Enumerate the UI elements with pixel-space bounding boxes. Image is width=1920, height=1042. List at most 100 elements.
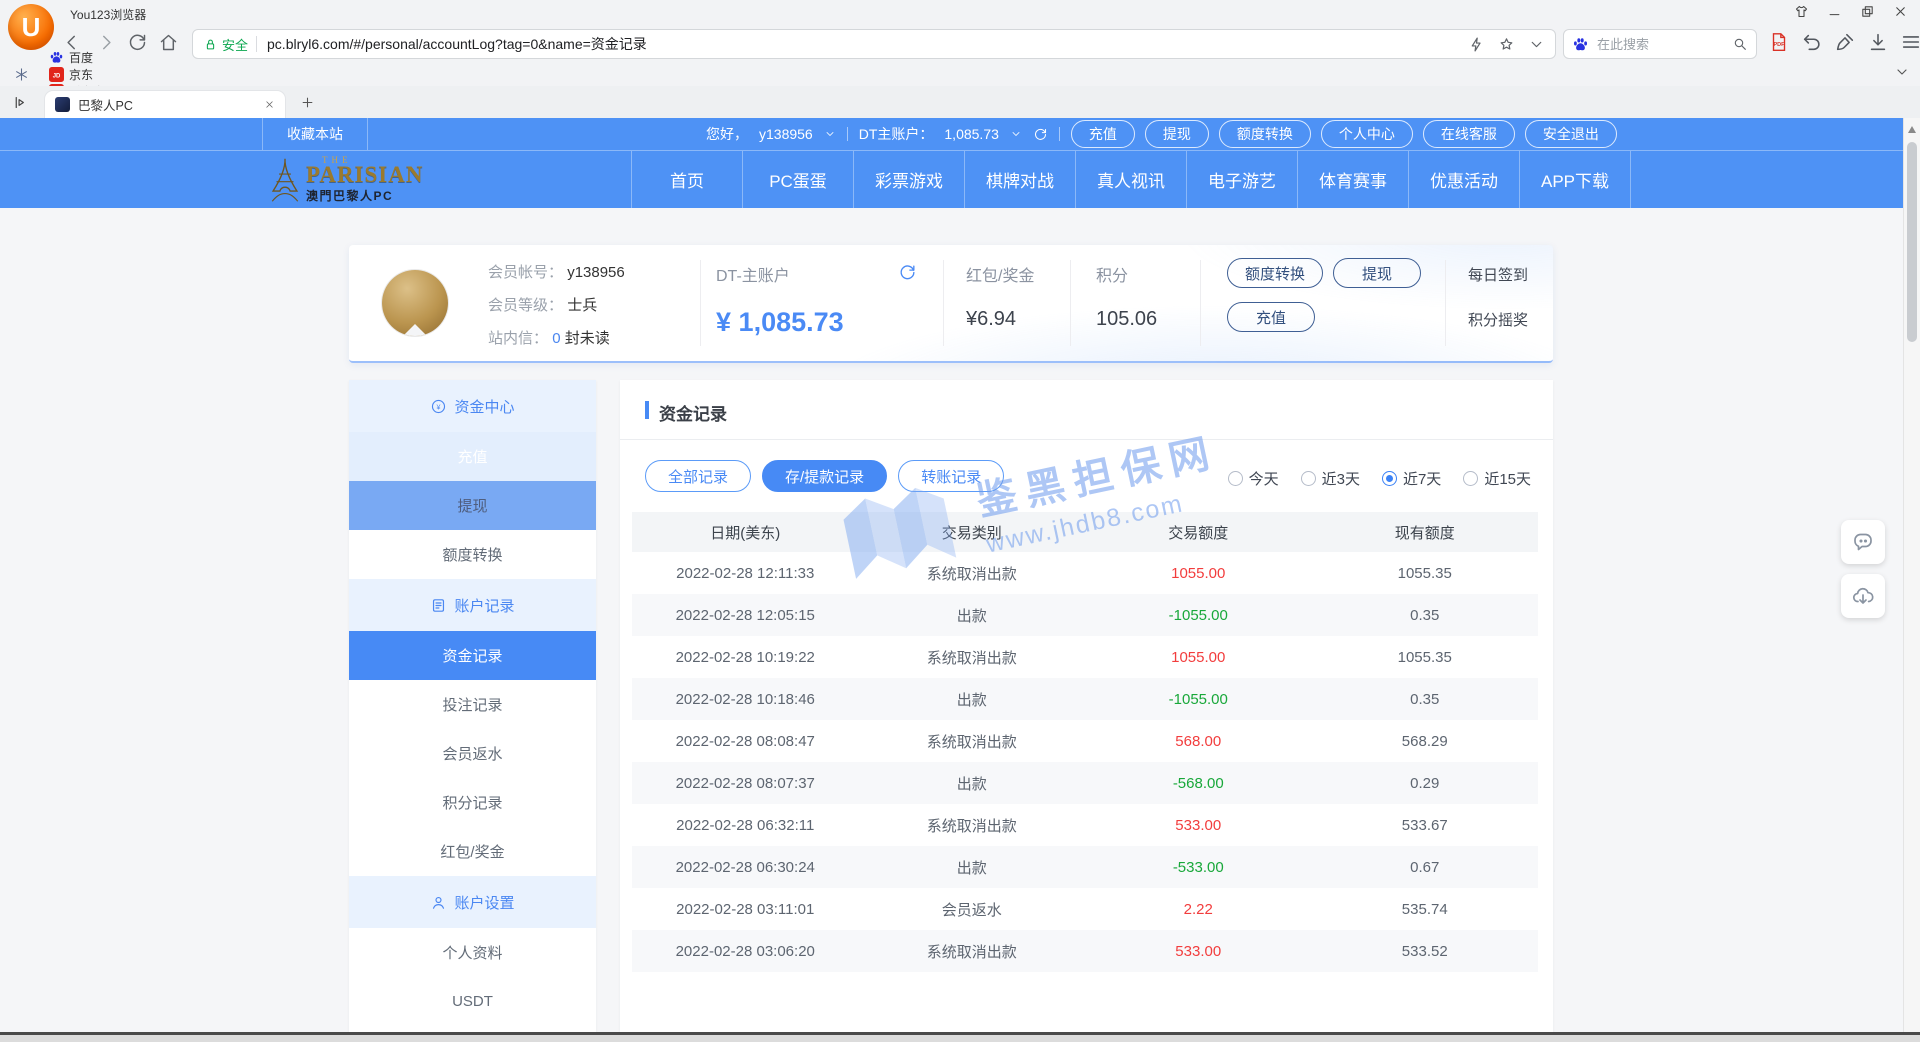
sidebar-item[interactable]: 账户设置 [349,876,596,928]
column-header: 交易额度 [1085,522,1312,543]
close-window-button[interactable] [1893,4,1908,19]
daily-checkin-link[interactable]: 每日签到 [1468,264,1528,285]
topbar-button[interactable]: 充值 [1071,120,1135,148]
reload-button[interactable] [127,32,148,53]
nav-item[interactable]: 电子游艺 [1186,151,1297,208]
date-filter-option[interactable]: 近15天 [1463,468,1531,489]
divider [847,127,848,141]
cell-date: 2022-02-28 06:32:11 [632,817,859,834]
float-button[interactable] [1841,520,1885,564]
radio-button[interactable] [1301,471,1316,486]
record-type-tab[interactable]: 存/提款记录 [762,460,887,492]
transfer-button[interactable]: 额度转换 [1227,258,1323,288]
nav-item[interactable]: 真人视讯 [1075,151,1186,208]
restore-tab-icon[interactable] [1801,31,1823,53]
downloads-icon[interactable] [1867,31,1889,53]
tab-close-icon[interactable] [264,99,275,110]
sidebar-item[interactable]: ¥ 资金中心 [349,380,596,432]
topbar-button[interactable]: 提现 [1145,120,1209,148]
column-header: 日期(美东) [632,522,859,543]
nav-item[interactable]: 优惠活动 [1408,151,1519,208]
cell-amount: -1055.00 [1085,607,1312,624]
date-filter-option[interactable]: 今天 [1228,468,1279,489]
search-icon[interactable] [1732,36,1748,52]
screen: U You123浏览器 安全 pc.blryl6.com/#/personal/… [0,0,1920,1042]
record-type-tab[interactable]: 转账记录 [898,460,1004,492]
sidebar-item[interactable]: 额度转换 [349,530,596,579]
date-filter-option[interactable]: 近3天 [1301,468,1360,489]
topbar-button[interactable]: 个人中心 [1321,120,1413,148]
cell-type: 出款 [859,689,1086,710]
nav-item[interactable]: PC蛋蛋 [742,151,853,208]
bookmark-star-icon[interactable] [1498,36,1515,53]
sidebar-item[interactable]: 积分记录 [349,778,596,827]
sidebar-item[interactable]: 会员返水 [349,729,596,778]
home-button[interactable] [158,32,179,53]
table-row: 2022-02-28 08:08:47 系统取消出款 568.00 568.29 [632,720,1538,762]
bookmark-item[interactable]: 百度 [49,49,105,66]
sidebar-item[interactable]: 投注记录 [349,680,596,729]
url-text[interactable]: pc.blryl6.com/#/personal/accountLog?tag=… [267,34,1468,54]
sidebar-item[interactable]: 红包/奖金 [349,827,596,876]
nav-item[interactable]: 首页 [631,151,742,208]
sidebar-item[interactable]: 资金记录 [349,631,596,680]
browser-logo[interactable]: U [8,4,54,50]
record-type-tab[interactable]: 全部记录 [645,460,751,492]
quick-action-icon[interactable] [1468,36,1485,53]
refresh-balance-icon[interactable] [1033,127,1048,142]
browser-tab[interactable]: 巴黎人PC [44,90,286,118]
side-panel-toggle-icon[interactable] [12,94,29,111]
new-tab-button[interactable] [300,95,315,110]
account-dropdown-icon[interactable] [1010,128,1022,140]
menu-icon[interactable] [1900,31,1920,53]
cleaner-icon[interactable] [1834,31,1856,53]
address-bar[interactable]: 安全 pc.blryl6.com/#/personal/accountLog?t… [192,29,1556,59]
bookmark-item[interactable]: JD京东 [49,66,105,83]
deposit-button[interactable]: 充值 [1227,302,1315,332]
theme-skin-icon[interactable] [1794,4,1809,19]
search-input[interactable] [1595,36,1726,53]
nav-item[interactable]: 彩票游戏 [853,151,964,208]
radio-button[interactable] [1463,471,1478,486]
topbar-button[interactable]: 在线客服 [1423,120,1515,148]
bookmarks-manager-icon[interactable] [14,67,29,82]
nav-item[interactable]: APP下载 [1519,151,1631,208]
site-logo[interactable]: THE PARISIAN 澳門巴黎人PC [268,155,423,204]
scrollbar-thumb[interactable] [1907,142,1917,342]
date-filter-option[interactable]: 近7天 [1382,468,1441,489]
radio-button[interactable] [1228,471,1243,486]
nav-item[interactable]: 体育赛事 [1297,151,1408,208]
favorite-site-link[interactable]: 收藏本站 [262,118,368,150]
cell-type: 系统取消出款 [859,563,1086,584]
nav-item[interactable]: 棋牌对战 [964,151,1075,208]
sidebar-item[interactable]: 提现 [349,481,596,530]
tab-favicon [55,97,70,112]
user-dropdown-icon[interactable] [824,128,836,140]
toolbar-collapse-icon[interactable] [1894,64,1910,80]
float-button[interactable] [1841,574,1885,618]
topbar-button[interactable]: 额度转换 [1219,120,1311,148]
minimize-button[interactable] [1827,4,1842,19]
address-dropdown-icon[interactable] [1528,36,1545,53]
sidebar-item[interactable]: 充值 [349,432,596,481]
pdf-tool-icon[interactable]: PDF [1768,31,1790,53]
page-scrollbar[interactable] [1903,118,1920,1032]
topbar-button[interactable]: 安全退出 [1525,120,1617,148]
fund-icon: ¥ [430,398,447,415]
sidebar-item[interactable]: 个人资料 [349,928,596,977]
refresh-amount-icon[interactable] [898,263,917,282]
search-box[interactable] [1563,29,1757,59]
points-lottery-link[interactable]: 积分摇奖 [1468,309,1528,330]
sidebar-item[interactable]: USDT [349,977,596,1026]
scroll-up-arrow[interactable] [1908,126,1916,133]
restore-button[interactable] [1860,4,1875,19]
avatar[interactable] [382,270,448,336]
sidebar-item[interactable]: 账户记录 [349,579,596,631]
filter-label: 今天 [1249,468,1279,489]
radio-button[interactable] [1382,471,1397,486]
username[interactable]: y138956 [759,126,813,142]
member-account-value: y138956 [567,264,625,281]
inbox-count[interactable]: 0 [552,330,560,347]
withdraw-button[interactable]: 提现 [1333,258,1421,288]
svg-text:¥: ¥ [437,403,441,411]
